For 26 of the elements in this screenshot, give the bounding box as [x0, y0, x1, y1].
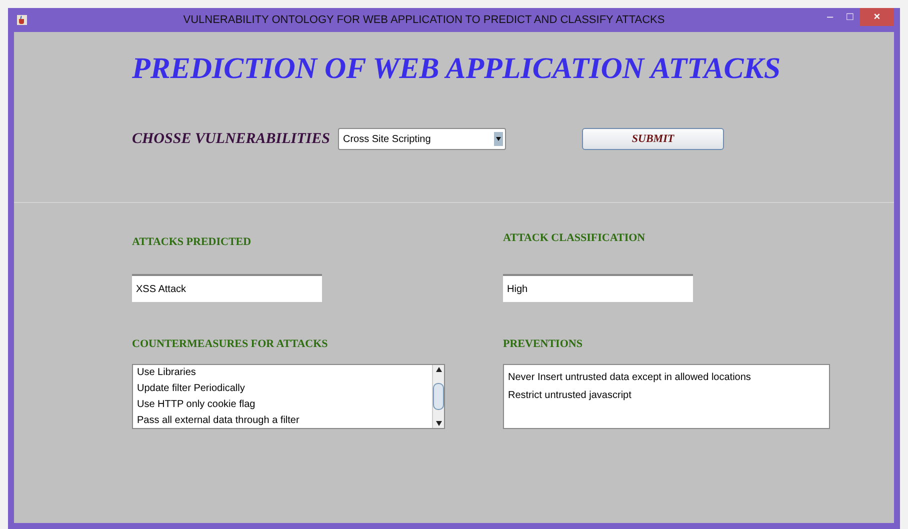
attacks-predicted-field[interactable]: XSS Attack — [132, 274, 322, 302]
coffee-cup-icon — [16, 14, 28, 26]
countermeasure-item: Use HTTP only cookie flag — [137, 398, 256, 412]
scroll-up-icon[interactable] — [434, 365, 444, 375]
prevention-item: Restrict untrusted javascript — [508, 389, 632, 403]
close-button[interactable]: × — [860, 8, 894, 26]
countermeasure-item: Update filter Periodically — [137, 382, 246, 396]
minimize-button[interactable]: – — [820, 8, 840, 26]
scroll-down-icon[interactable] — [434, 418, 444, 428]
submit-button[interactable]: SUBMIT — [582, 128, 724, 150]
countermeasures-list[interactable]: Use Libraries Update filter Periodically Use HTTP only cookie flag Pass all external data through a filter — [132, 364, 445, 429]
maximize-button[interactable]: □ — [840, 8, 860, 26]
preventions-list[interactable]: Never Insert untrusted data except in allowed locations Restrict untrusted javascript — [503, 364, 830, 429]
vulnerability-label: CHOSSE VULNERABILITIES — [132, 130, 331, 148]
countermeasures-label: COUNTERMEASURES FOR ATTACKS — [132, 338, 328, 350]
attack-classification-field[interactable]: High — [503, 274, 693, 302]
attack-classification-label: ATTACK CLASSIFICATION — [503, 232, 646, 244]
attacks-predicted-label: ATTACKS PREDICTED — [132, 236, 252, 248]
page-heading: PREDICTION OF WEB APPLICATION ATTACKS — [132, 52, 782, 86]
preventions-label: PREVENTIONS — [503, 338, 582, 350]
scrollbar[interactable] — [432, 365, 444, 428]
vulnerability-dropdown[interactable]: Cross Site Scripting — [338, 128, 506, 150]
window-title: VULNERABILITY ONTOLOGY FOR WEB APPLICATION TO PREDICT AND CLASSIFY ATTACKS — [182, 14, 666, 26]
countermeasure-item: Pass all external data through a filter — [137, 414, 300, 428]
prevention-item: Never Insert untrusted data except in allowed locations — [508, 371, 752, 385]
countermeasure-item: Use Libraries — [137, 366, 197, 380]
